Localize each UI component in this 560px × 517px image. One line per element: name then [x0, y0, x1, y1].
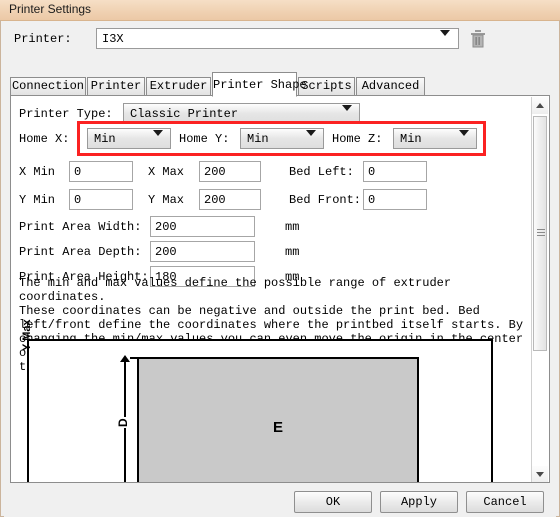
bed-front-label: Bed Front: — [289, 193, 362, 207]
home-z-value: Min — [400, 132, 422, 146]
print-area-depth-value: 200 — [155, 245, 177, 259]
window-title: Printer Settings — [9, 2, 92, 16]
printer-select-row: Printer: I3X — [8, 26, 548, 53]
home-x-label: Home X: — [19, 132, 70, 146]
printer-dropdown[interactable]: I3X — [96, 28, 459, 53]
home-x-value: Min — [94, 132, 116, 146]
diagram-bed-label: E — [272, 419, 284, 436]
chevron-down-icon — [153, 130, 163, 154]
printer-type-value: Classic Printer — [130, 107, 239, 121]
trash-icon[interactable] — [469, 29, 487, 48]
printer-shape-panel: Printer Type: Classic Printer Home X: Mi… — [10, 95, 550, 483]
home-y-value: Min — [247, 132, 269, 146]
print-area-width-value: 200 — [155, 220, 177, 234]
x-min-value: 0 — [74, 165, 82, 179]
triangle-up-icon — [536, 103, 544, 108]
content-scrollbar[interactable] — [531, 97, 548, 482]
depth-tick — [130, 357, 137, 359]
home-y-dropdown[interactable]: Min — [240, 128, 324, 153]
chevron-down-icon — [342, 105, 352, 129]
home-z-label: Home Z: — [332, 132, 383, 146]
print-area-depth-unit: mm — [285, 245, 300, 259]
window-titlebar: Printer Settings — [0, 0, 560, 21]
tab-advanced[interactable]: Advanced — [356, 77, 425, 96]
printer-dropdown-value: I3X — [102, 32, 124, 46]
y-max-input[interactable]: 200 — [199, 189, 261, 210]
home-z-dropdown[interactable]: Min — [393, 128, 477, 153]
printbed-rect: E — [137, 357, 419, 482]
printer-type-dropdown[interactable]: Classic Printer — [123, 103, 360, 128]
print-area-width-label: Print Area Width: — [19, 220, 142, 234]
print-area-width-input[interactable]: 200 — [150, 216, 255, 237]
scroll-down-button[interactable] — [532, 466, 548, 482]
tabstrip: Connection Printer Extruder Printer Shap… — [10, 72, 550, 97]
scrollbar-grip-icon — [537, 229, 545, 236]
x-min-label: X Min — [19, 165, 56, 179]
triangle-down-icon — [536, 472, 544, 477]
bed-left-value: 0 — [368, 165, 376, 179]
scrollbar-thumb[interactable] — [533, 116, 547, 351]
y-min-input[interactable]: 0 — [69, 189, 133, 210]
printer-type-label: Printer Type: — [19, 107, 113, 121]
y-min-label: Y Min — [19, 193, 56, 207]
scroll-up-button[interactable] — [532, 97, 548, 114]
ok-button[interactable]: OK — [294, 491, 372, 513]
printbed-diagram: Y Max D E — [21, 319, 493, 482]
home-y-label: Home Y: — [179, 132, 230, 146]
y-min-value: 0 — [74, 193, 82, 207]
bed-left-label: Bed Left: — [289, 165, 354, 179]
dialog-body: Printer: I3X Connection Printer Extruder — [4, 22, 556, 517]
chevron-down-icon — [306, 130, 316, 154]
print-area-depth-input[interactable]: 200 — [150, 241, 255, 262]
print-area-depth-label: Print Area Depth: — [19, 245, 142, 259]
tab-printer[interactable]: Printer — [87, 77, 145, 96]
x-max-label: X Max — [148, 165, 185, 179]
bed-front-input[interactable]: 0 — [363, 189, 427, 210]
tab-connection[interactable]: Connection — [10, 77, 86, 96]
x-min-input[interactable]: 0 — [69, 161, 133, 182]
x-max-value: 200 — [204, 165, 226, 179]
dialog-footer: OK Apply Cancel — [4, 485, 556, 517]
printer-label: Printer: — [14, 32, 72, 46]
x-max-input[interactable]: 200 — [199, 161, 261, 182]
y-max-value: 200 — [204, 193, 226, 207]
printer-settings-window: Printer Settings Printer: I3X Connection… — [0, 0, 560, 517]
y-max-label: Y Max — [148, 193, 185, 207]
cancel-button[interactable]: Cancel — [466, 491, 544, 513]
print-area-width-unit: mm — [285, 220, 300, 234]
apply-button[interactable]: Apply — [380, 491, 458, 513]
chevron-down-icon — [440, 30, 450, 54]
tab-printer-shape[interactable]: Printer Shape — [212, 72, 307, 97]
diagram-depth-label: D — [116, 417, 130, 428]
chevron-down-icon — [459, 130, 469, 154]
home-x-dropdown[interactable]: Min — [87, 128, 171, 153]
bed-left-input[interactable]: 0 — [363, 161, 427, 182]
diagram-y-max-label: Y Max — [21, 319, 33, 351]
bed-front-value: 0 — [368, 193, 376, 207]
tab-extruder[interactable]: Extruder — [146, 77, 211, 96]
